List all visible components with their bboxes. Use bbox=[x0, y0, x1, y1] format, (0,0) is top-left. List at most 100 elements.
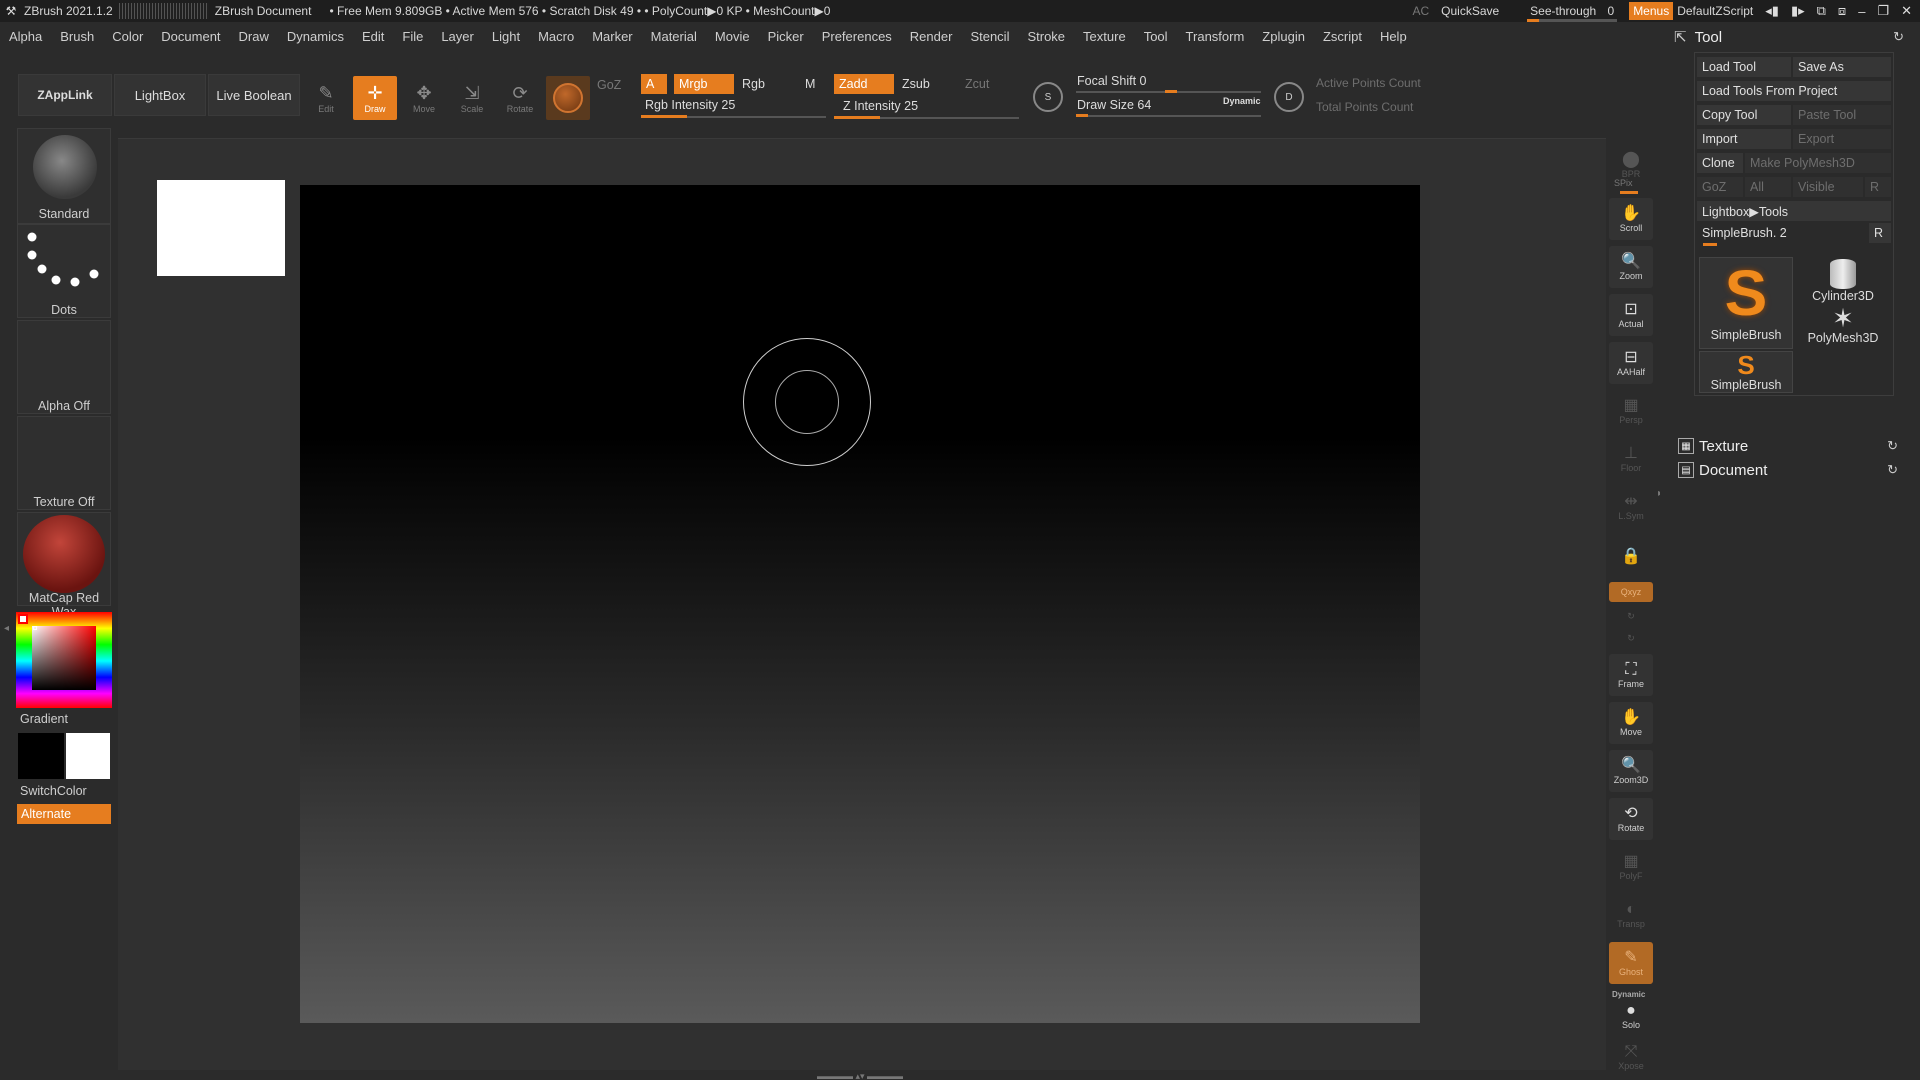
menu-light[interactable]: Light bbox=[483, 29, 529, 44]
export-button[interactable]: Export bbox=[1793, 129, 1891, 149]
menu-material[interactable]: Material bbox=[642, 29, 706, 44]
menus-toggle[interactable]: Menus bbox=[1629, 2, 1674, 20]
document-canvas[interactable] bbox=[300, 185, 1420, 1023]
gradient-label[interactable]: Gradient bbox=[20, 712, 68, 726]
a-button[interactable]: A bbox=[641, 74, 667, 94]
m-button[interactable]: M bbox=[800, 74, 824, 94]
brush-selector[interactable]: Standard bbox=[17, 128, 111, 224]
minimize-icon[interactable]: – bbox=[1858, 4, 1865, 19]
menu-picker[interactable]: Picker bbox=[759, 29, 813, 44]
lsym-button[interactable]: ⇹ L.Sym bbox=[1609, 486, 1653, 528]
draw-size-label[interactable]: Draw Size 64 bbox=[1077, 98, 1151, 112]
draw-size-track[interactable] bbox=[1076, 115, 1261, 117]
layout-save-icon[interactable]: ⧈ bbox=[1838, 3, 1846, 19]
menu-zplugin[interactable]: Zplugin bbox=[1253, 29, 1314, 44]
current-tool-r-button[interactable]: R bbox=[1869, 223, 1891, 243]
goz-all-button[interactable]: All bbox=[1745, 177, 1791, 197]
z-intensity-label[interactable]: Z Intensity 25 bbox=[843, 99, 918, 113]
quicksave-button[interactable]: QuickSave bbox=[1441, 4, 1499, 18]
qxyz-button[interactable]: Qxyz bbox=[1609, 582, 1653, 602]
tool-thumb-cylinder3d[interactable]: Cylinder3D bbox=[1795, 257, 1891, 303]
rotate-view-button[interactable]: ⟲ Rotate bbox=[1609, 798, 1653, 840]
goz-visible-button[interactable]: Visible bbox=[1793, 177, 1863, 197]
actual-button[interactable]: ⊡ Actual bbox=[1609, 294, 1653, 336]
polyf-button[interactable]: ▦ PolyF bbox=[1609, 846, 1653, 888]
layout-swap-icon[interactable]: ⧉ bbox=[1817, 3, 1826, 19]
persp-button[interactable]: ▦ Persp bbox=[1609, 390, 1653, 432]
menu-preferences[interactable]: Preferences bbox=[813, 29, 901, 44]
mrgb-button[interactable]: Mrgb bbox=[674, 74, 734, 94]
menu-tool[interactable]: Tool bbox=[1135, 29, 1177, 44]
bottom-tray-handle[interactable]: ▬▬▬▬ ▴▾ ▬▬▬▬ bbox=[795, 1071, 925, 1080]
menu-stroke[interactable]: Stroke bbox=[1018, 29, 1074, 44]
menu-zscript[interactable]: Zscript bbox=[1314, 29, 1371, 44]
aahalf-button[interactable]: ⊟ AAHalf bbox=[1609, 342, 1653, 384]
goz-tool-button[interactable]: GoZ bbox=[1697, 177, 1743, 197]
menu-file[interactable]: File bbox=[393, 29, 432, 44]
default-zscript-button[interactable]: DefaultZScript bbox=[1677, 4, 1753, 18]
frame-button[interactable]: ⛶ Frame bbox=[1609, 654, 1653, 696]
maximize-icon[interactable]: ❐ bbox=[1877, 3, 1889, 19]
save-as-button[interactable]: Save As bbox=[1793, 57, 1891, 77]
sculptris-s-icon[interactable]: S bbox=[1033, 82, 1063, 112]
texture-palette-header[interactable]: ▦ Texture ↻ bbox=[1678, 436, 1908, 456]
toggle-panel-left-icon[interactable]: ◂▮ bbox=[1765, 3, 1779, 19]
goz-button[interactable]: GoZ bbox=[592, 75, 621, 95]
rgb-button[interactable]: Rgb bbox=[737, 74, 797, 94]
color-picker-square[interactable] bbox=[32, 626, 96, 690]
menu-texture[interactable]: Texture bbox=[1074, 29, 1135, 44]
menu-alpha[interactable]: Alpha bbox=[0, 29, 51, 44]
material-selector[interactable]: MatCap Red Wax bbox=[17, 512, 111, 619]
zadd-button[interactable]: Zadd bbox=[834, 74, 894, 94]
menu-stencil[interactable]: Stencil bbox=[961, 29, 1018, 44]
ac-button[interactable]: AC bbox=[1412, 4, 1429, 18]
alternate-button[interactable]: Alternate bbox=[17, 804, 111, 824]
menu-color[interactable]: Color bbox=[103, 29, 152, 44]
zoom3d-button[interactable]: 🔍 Zoom3D bbox=[1609, 750, 1653, 792]
menu-movie[interactable]: Movie bbox=[706, 29, 759, 44]
transp-button[interactable]: ◐ Transp bbox=[1609, 894, 1653, 936]
zoom-button[interactable]: 🔍 Zoom bbox=[1609, 246, 1653, 288]
see-through-slider[interactable]: See-through 0 bbox=[1527, 4, 1618, 22]
xpose-button[interactable]: ⤧ Xpose bbox=[1609, 1036, 1653, 1078]
stroke-selector[interactable]: Dots bbox=[17, 224, 111, 318]
draw-mode-button[interactable]: ✛ Draw bbox=[353, 76, 397, 120]
zcut-button[interactable]: Zcut bbox=[960, 74, 1000, 94]
zsub-button[interactable]: Zsub bbox=[897, 74, 957, 94]
lightbox-tools-button[interactable]: Lightbox▶Tools bbox=[1697, 201, 1891, 221]
current-tool-slider[interactable]: SimpleBrush. 2 bbox=[1697, 223, 1865, 243]
navigation-thumbnail[interactable] bbox=[157, 180, 285, 276]
close-icon[interactable]: ✕ bbox=[1901, 3, 1912, 19]
scale-mode-button[interactable]: ⇲ Scale bbox=[450, 76, 494, 120]
rotate-mode-button[interactable]: ⟳ Rotate bbox=[498, 76, 542, 120]
tool-palette-header[interactable]: ⇱ Tool ↻ bbox=[1668, 26, 1912, 48]
copy-tool-button[interactable]: Copy Tool bbox=[1697, 105, 1791, 125]
ghost-button[interactable]: ✎ Ghost bbox=[1609, 942, 1653, 984]
menu-help[interactable]: Help bbox=[1371, 29, 1416, 44]
secondary-color-swatch[interactable] bbox=[66, 733, 110, 779]
menu-render[interactable]: Render bbox=[901, 29, 962, 44]
tool-thumb-simplebrush-1[interactable]: S SimpleBrush bbox=[1699, 257, 1793, 349]
move-view-button[interactable]: ✋ Move bbox=[1609, 702, 1653, 744]
refresh-icon[interactable]: ↻ bbox=[1893, 29, 1904, 45]
lightbox-button[interactable]: LightBox bbox=[114, 74, 206, 116]
live-boolean-button[interactable]: Live Boolean bbox=[208, 74, 300, 116]
scroll-button[interactable]: ✋ Scroll bbox=[1609, 198, 1653, 240]
axis-rotate2-icon[interactable]: ↻ bbox=[1609, 628, 1653, 648]
document-refresh-icon[interactable]: ↻ bbox=[1887, 462, 1898, 478]
menu-macro[interactable]: Macro bbox=[529, 29, 583, 44]
lock-button[interactable]: 🔒 bbox=[1609, 536, 1653, 578]
edit-mode-button[interactable]: ✎ Edit bbox=[304, 76, 348, 120]
texture-selector[interactable]: Texture Off bbox=[17, 416, 111, 510]
material-sphere-button[interactable] bbox=[546, 76, 590, 120]
main-color-swatch[interactable] bbox=[18, 733, 64, 779]
texture-refresh-icon[interactable]: ↻ bbox=[1887, 438, 1898, 454]
document-palette-header[interactable]: ▤ Document ↻ bbox=[1678, 460, 1908, 480]
spix-slider[interactable] bbox=[1620, 191, 1638, 194]
menu-brush[interactable]: Brush bbox=[51, 29, 103, 44]
spix-label[interactable]: SPix bbox=[1614, 178, 1633, 188]
menu-edit[interactable]: Edit bbox=[353, 29, 393, 44]
move-mode-button[interactable]: ✥ Move bbox=[402, 76, 446, 120]
menu-dynamics[interactable]: Dynamics bbox=[278, 29, 353, 44]
axis-rotate-icon[interactable]: ↻ bbox=[1609, 606, 1653, 626]
